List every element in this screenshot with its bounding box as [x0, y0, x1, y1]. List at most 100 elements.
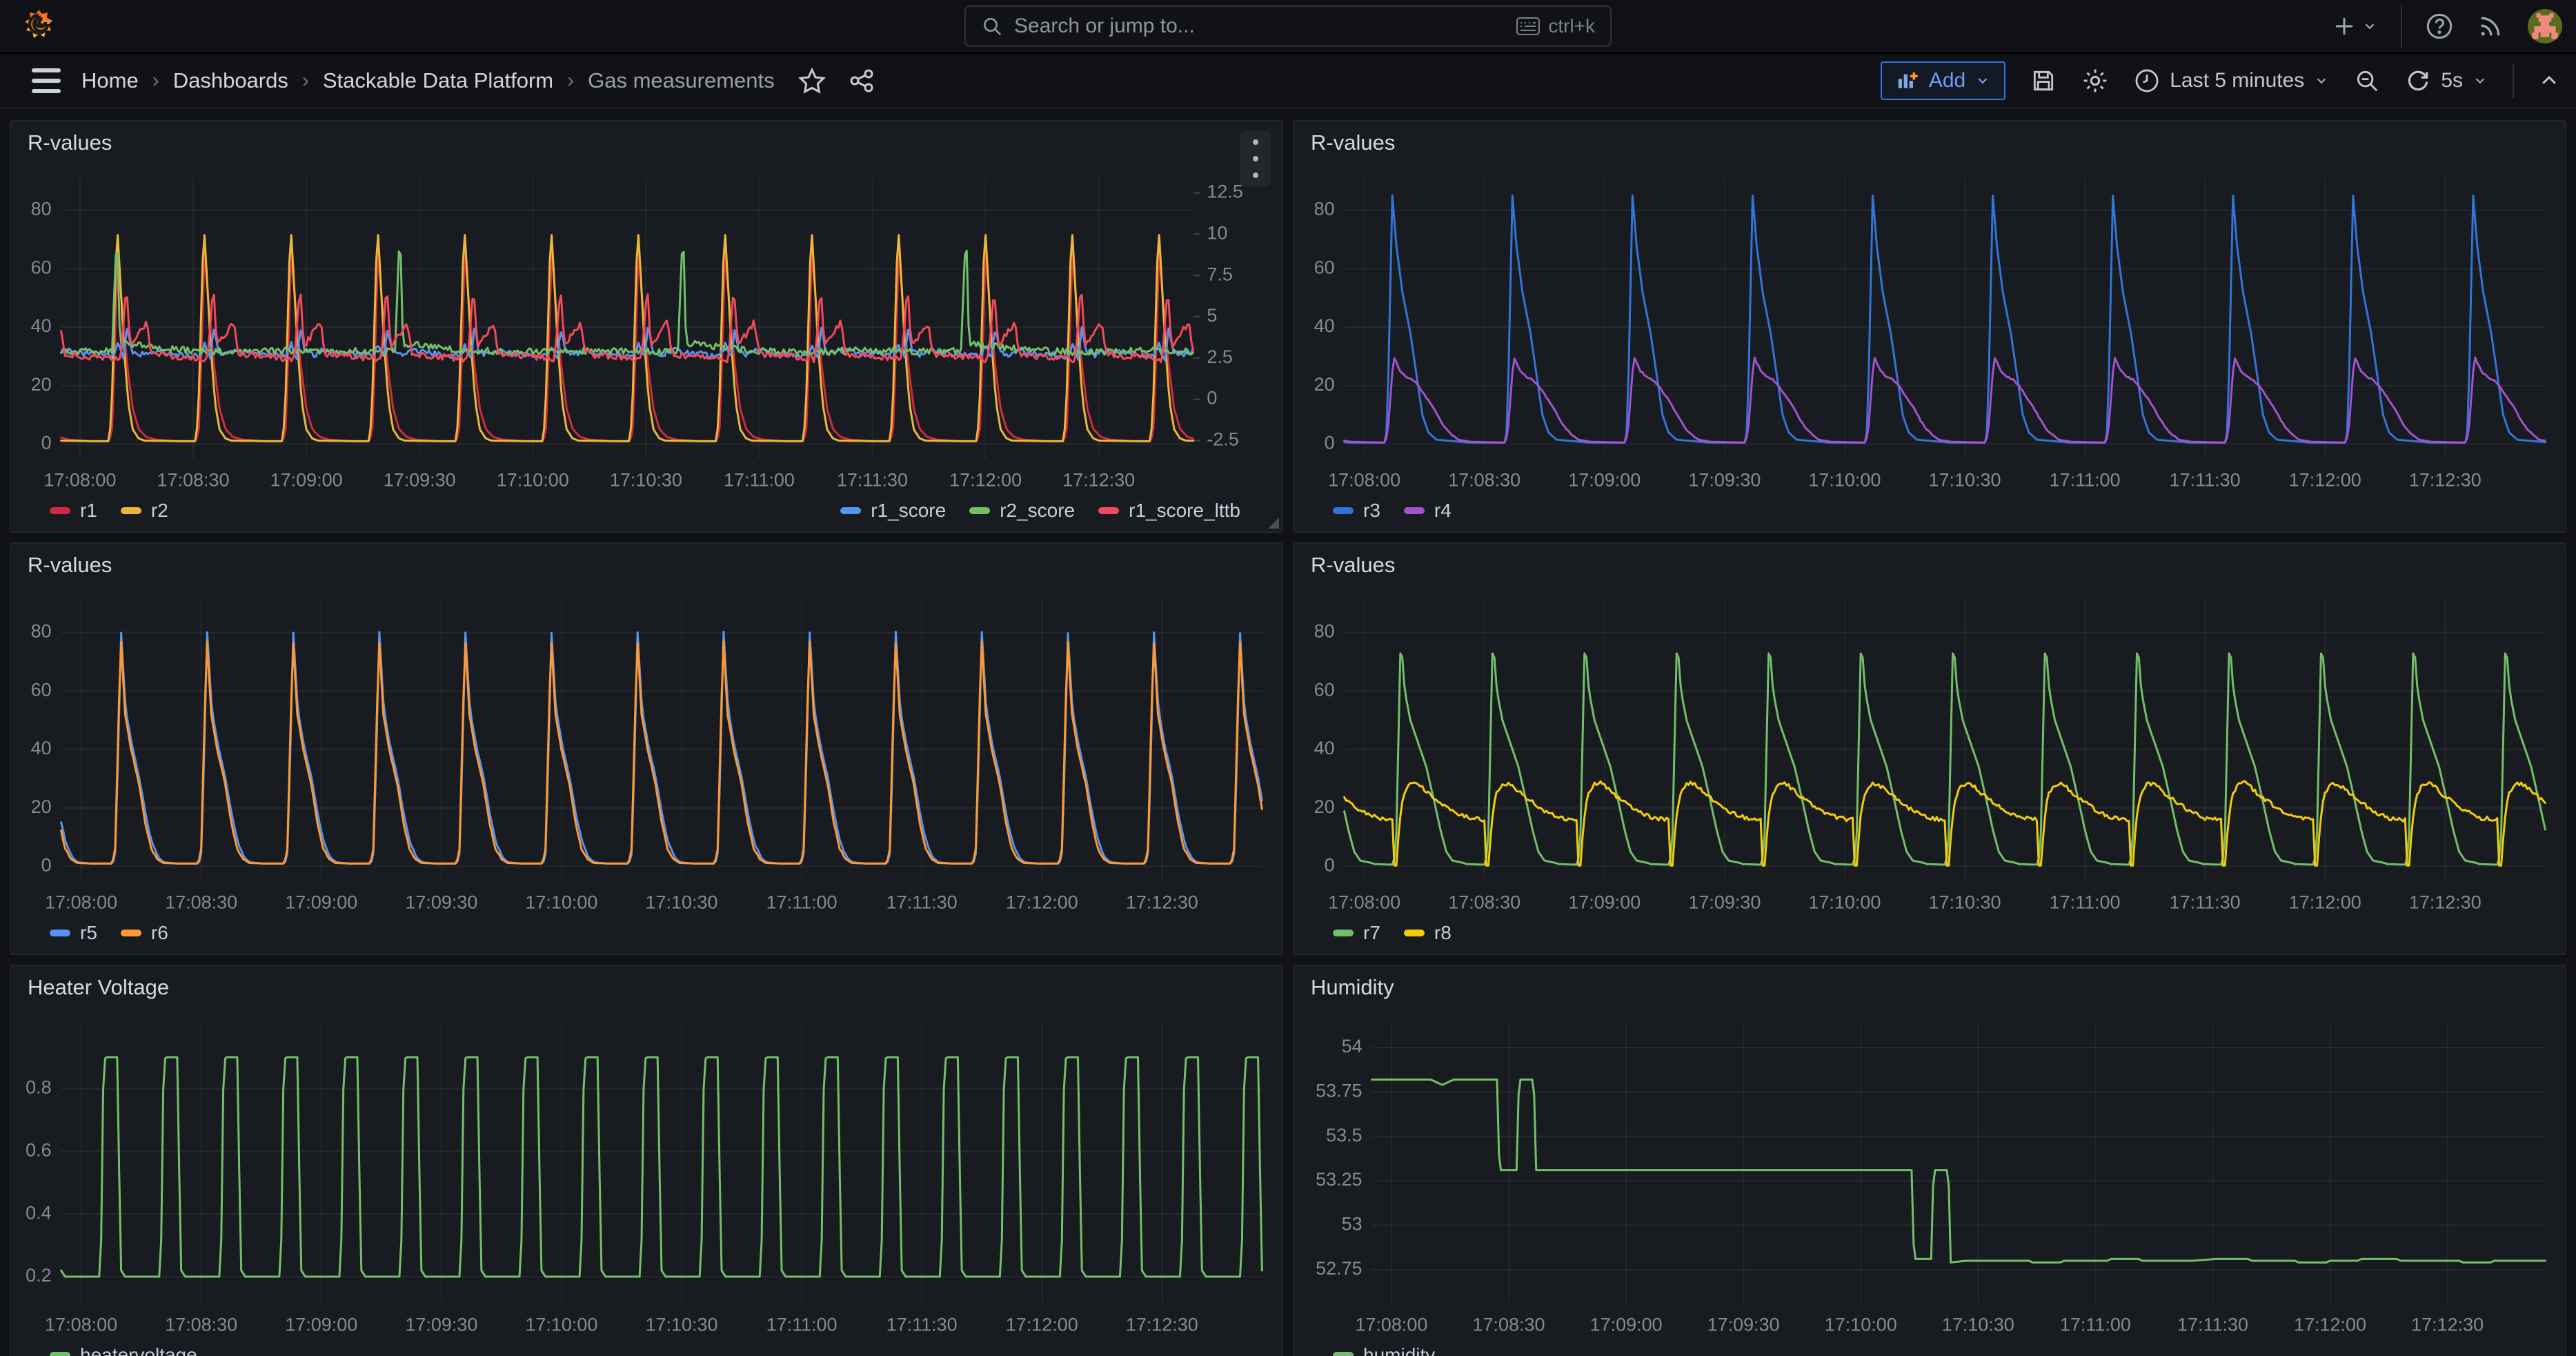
svg-text:17:11:00: 17:11:00	[766, 1314, 838, 1335]
breadcrumb-item-gas-measurements[interactable]: Gas measurements	[588, 68, 775, 93]
panel-title: R-values	[1311, 130, 1395, 155]
svg-text:17:10:00: 17:10:00	[525, 1314, 597, 1335]
svg-text:52.75: 52.75	[1316, 1258, 1363, 1279]
legend-item-r2_score[interactable]: r2_score	[969, 500, 1075, 522]
nav-divider	[2401, 4, 2402, 48]
save-dashboard-button[interactable]	[2030, 68, 2057, 94]
legend-label: r1_score_lttb	[1129, 500, 1240, 522]
time-range-picker[interactable]: Last 5 minutes	[2134, 68, 2329, 94]
panel-title: R-values	[1311, 553, 1395, 578]
breadcrumb-item-dashboards[interactable]: Dashboards	[173, 68, 288, 93]
svg-text:17:10:00: 17:10:00	[1808, 892, 1881, 912]
panel-menu-button[interactable]	[1240, 131, 1271, 186]
legend-color-chip	[50, 507, 70, 514]
svg-text:17:10:30: 17:10:30	[610, 469, 682, 490]
legend-item-r2[interactable]: r2	[121, 500, 168, 522]
favorite-star-icon[interactable]	[798, 67, 826, 95]
refresh-button[interactable]: 5s	[2405, 68, 2488, 94]
chevron-down-icon	[1975, 73, 1990, 88]
legend-item-r1_score_lttb[interactable]: r1_score_lttb	[1098, 500, 1240, 522]
dashboard-settings-button[interactable]	[2081, 67, 2109, 95]
help-button[interactable]	[2426, 12, 2453, 40]
legend-item-r3[interactable]: r3	[1333, 500, 1380, 522]
legend-item-r5[interactable]: r5	[50, 922, 97, 944]
share-icon[interactable]	[848, 67, 875, 95]
svg-text:17:08:00: 17:08:00	[43, 469, 116, 490]
svg-text:17:08:00: 17:08:00	[1355, 1314, 1427, 1335]
add-panel-button[interactable]: Add	[1881, 61, 2005, 100]
svg-text:17:10:30: 17:10:30	[1942, 1314, 2014, 1335]
user-avatar[interactable]	[2528, 9, 2562, 43]
svg-text:17:09:30: 17:09:30	[1688, 892, 1761, 912]
legend-color-chip	[1098, 507, 1119, 514]
legend-item-r4[interactable]: r4	[1404, 500, 1452, 522]
svg-text:80: 80	[31, 620, 52, 641]
svg-text:17:12:00: 17:12:00	[1006, 892, 1078, 912]
time-range-label: Last 5 minutes	[2170, 69, 2304, 92]
legend-color-chip	[1404, 507, 1425, 514]
menu-toggle-button[interactable]	[32, 68, 61, 93]
svg-text:80: 80	[1314, 198, 1335, 219]
panel-legend: humidity	[1294, 1343, 2565, 1356]
svg-text:17:11:30: 17:11:30	[886, 892, 958, 912]
svg-text:20: 20	[1314, 374, 1335, 395]
zoom-out-time-button[interactable]	[2354, 68, 2380, 94]
svg-text:20: 20	[31, 796, 52, 817]
svg-text:17:12:30: 17:12:30	[2409, 892, 2481, 912]
svg-text:0: 0	[41, 432, 52, 453]
dashboard-toolbar: Home›Dashboards›Stackable Data Platform›…	[0, 54, 2576, 109]
chevron-down-icon	[2314, 73, 2329, 88]
svg-text:17:09:30: 17:09:30	[1688, 469, 1761, 490]
svg-text:20: 20	[1314, 796, 1335, 817]
breadcrumb: Home›Dashboards›Stackable Data Platform›…	[81, 68, 775, 93]
svg-text:54: 54	[1342, 1036, 1363, 1057]
panel-legend: r3 r4	[1294, 498, 2565, 531]
breadcrumb-item-home[interactable]: Home	[81, 68, 139, 93]
legend-item-r1[interactable]: r1	[50, 500, 97, 522]
clock-icon	[2134, 68, 2160, 94]
search-input[interactable]	[1014, 14, 1516, 38]
svg-text:17:12:00: 17:12:00	[2294, 1314, 2366, 1335]
svg-text:17:11:00: 17:11:00	[2060, 1314, 2131, 1335]
collapse-toolbar-button[interactable]	[2539, 70, 2559, 91]
legend-item-r7[interactable]: r7	[1333, 922, 1380, 944]
svg-text:17:09:00: 17:09:00	[1568, 469, 1641, 490]
panel-r-values-4: R-values 02040608017:08:0017:08:3017:09:…	[1293, 542, 2566, 955]
chevron-down-icon	[2362, 19, 2377, 34]
svg-text:0.4: 0.4	[26, 1202, 51, 1223]
new-dashboard-button[interactable]	[2332, 14, 2377, 39]
news-button[interactable]	[2477, 12, 2504, 40]
svg-text:60: 60	[1314, 257, 1335, 277]
svg-text:0: 0	[41, 854, 52, 875]
legend-label: heatervoltage	[80, 1344, 197, 1356]
svg-text:53.5: 53.5	[1326, 1125, 1363, 1146]
grafana-logo[interactable]	[23, 8, 54, 44]
breadcrumb-item-stackable-data-platform[interactable]: Stackable Data Platform	[323, 68, 553, 93]
refresh-icon	[2405, 68, 2431, 94]
svg-text:17:08:00: 17:08:00	[45, 1314, 117, 1335]
svg-text:7.5: 7.5	[1207, 264, 1233, 284]
svg-text:53.25: 53.25	[1316, 1169, 1363, 1190]
plus-icon	[2332, 14, 2357, 39]
svg-text:17:08:30: 17:08:30	[1448, 892, 1520, 912]
svg-text:17:10:00: 17:10:00	[1825, 1314, 1897, 1335]
legend-label: r5	[80, 922, 97, 944]
svg-text:17:11:30: 17:11:30	[837, 469, 908, 490]
legend-item-r8[interactable]: r8	[1404, 922, 1452, 944]
global-search[interactable]: ctrl+k	[964, 6, 1612, 47]
panel-resize-handle[interactable]	[1268, 518, 1279, 529]
search-icon	[981, 15, 1003, 37]
rss-icon	[2477, 12, 2504, 40]
legend-item-r1_score[interactable]: r1_score	[840, 500, 946, 522]
legend-item-heatervoltage[interactable]: heatervoltage	[50, 1344, 197, 1356]
svg-text:0.2: 0.2	[26, 1265, 51, 1286]
legend-label: r1	[80, 500, 97, 522]
svg-text:80: 80	[1314, 620, 1335, 641]
svg-text:17:11:30: 17:11:30	[2177, 1314, 2248, 1335]
svg-text:17:12:30: 17:12:30	[2409, 469, 2481, 490]
svg-text:17:08:30: 17:08:30	[1473, 1314, 1545, 1335]
svg-text:17:10:00: 17:10:00	[497, 469, 569, 490]
legend-item-r6[interactable]: r6	[121, 922, 168, 944]
legend-item-humidity[interactable]: humidity	[1333, 1344, 1435, 1356]
panel-r-values-2: R-values 02040608017:08:0017:08:3017:09:…	[1293, 120, 2566, 533]
